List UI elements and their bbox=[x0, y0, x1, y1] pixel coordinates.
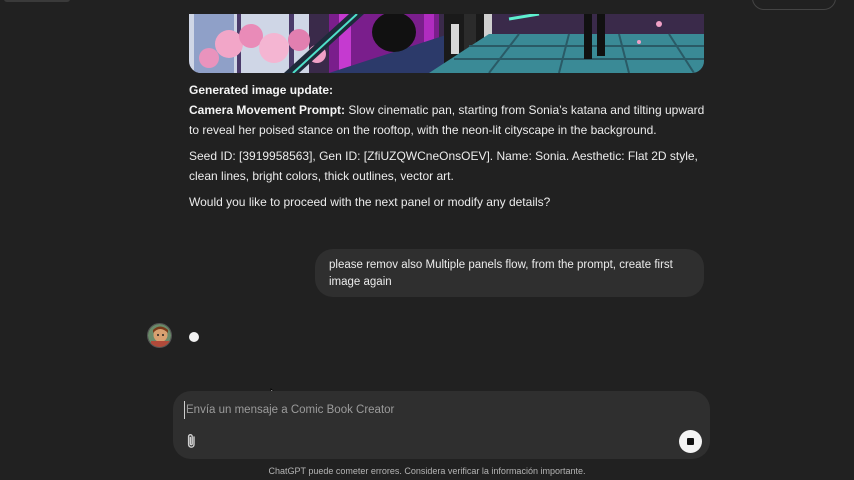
generated-image-art bbox=[189, 14, 704, 73]
typing-indicator bbox=[189, 332, 199, 342]
followup-question: Would you like to proceed with the next … bbox=[189, 195, 551, 209]
attach-button[interactable] bbox=[183, 431, 199, 451]
camera-movement-paragraph: Camera Movement Prompt: Slow cinematic p… bbox=[189, 100, 709, 140]
user-message-bubble: please remov also Multiple panels flow, … bbox=[315, 249, 704, 297]
header-title-fragment bbox=[4, 0, 70, 2]
paperclip-icon bbox=[187, 434, 195, 448]
comic-avatar-icon bbox=[148, 324, 171, 347]
share-button[interactable] bbox=[752, 0, 836, 10]
assistant-message: Generated image update: Camera Movement … bbox=[189, 80, 709, 212]
generated-image[interactable] bbox=[189, 14, 704, 73]
user-message-text: please remov also Multiple panels flow, … bbox=[329, 259, 673, 288]
stop-icon bbox=[687, 438, 694, 445]
assistant-avatar bbox=[147, 323, 172, 348]
message-input[interactable] bbox=[184, 401, 654, 419]
camera-label: Camera Movement Prompt: bbox=[189, 103, 346, 117]
footer-disclaimer: ChatGPT puede cometer errores. Considera… bbox=[268, 466, 586, 476]
stop-generating-button[interactable] bbox=[679, 430, 702, 453]
chat-page: Generated image update: Camera Movement … bbox=[0, 0, 854, 480]
seed-paragraph: Seed ID: [3919958563], Gen ID: [ZfiUZQWC… bbox=[189, 149, 698, 183]
message-heading: Generated image update: bbox=[189, 83, 334, 97]
message-composer bbox=[173, 391, 710, 459]
